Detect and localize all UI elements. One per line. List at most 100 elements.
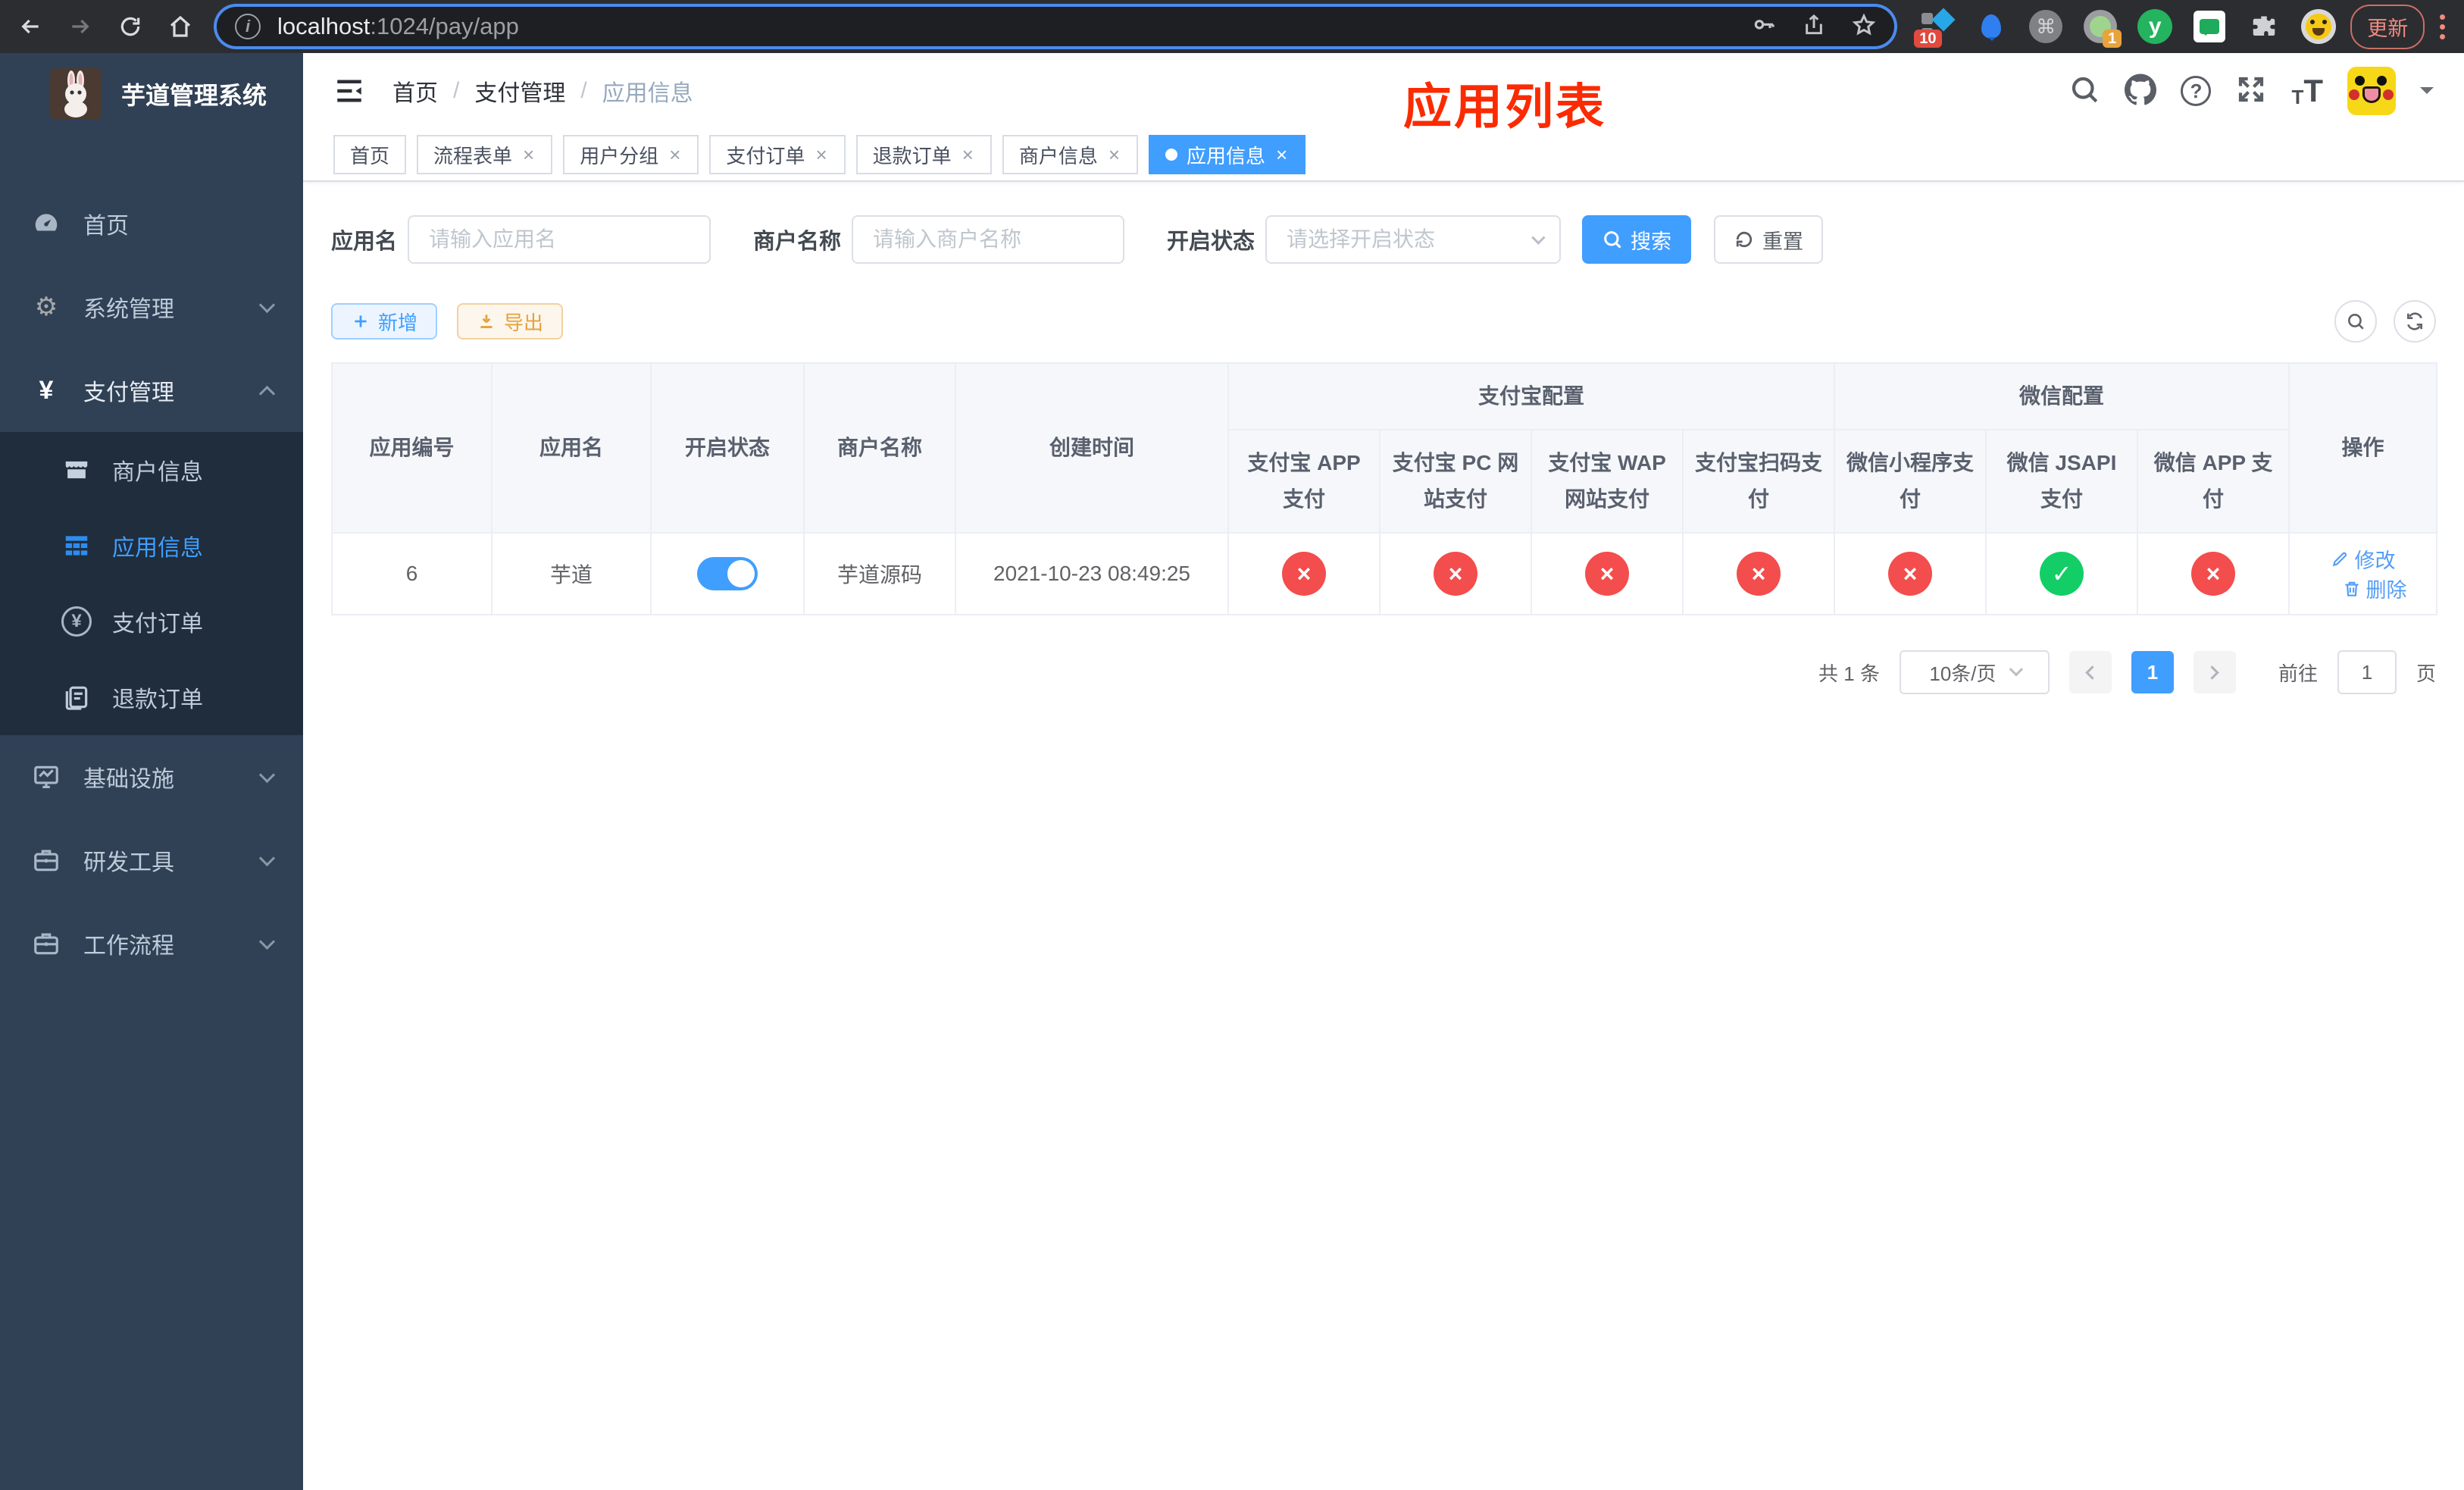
logo-rabbit-icon (50, 68, 102, 120)
next-page-button[interactable] (2193, 651, 2236, 693)
extension-diamond-icon[interactable]: 10 (1914, 7, 1956, 48)
col-alipay-wap: 支付宝 WAP 网站支付 (1531, 429, 1684, 534)
sidebar-item-merchant-info[interactable]: 商户信息 (0, 432, 303, 508)
browser-menu-icon[interactable] (2438, 14, 2446, 39)
home-icon[interactable] (161, 7, 200, 46)
breadcrumb-payment[interactable]: 支付管理 (474, 74, 565, 108)
col-wechat-jsapi: 微信 JSAPI 支付 (1985, 429, 2139, 534)
sidebar-item-workflow[interactable]: 工作流程 (0, 902, 303, 985)
sidebar-logo[interactable]: 芋道管理系统 (0, 53, 303, 135)
sidebar-item-payment[interactable]: ¥ 支付管理 (0, 349, 303, 432)
sidebar-item-label: 工作流程 (83, 934, 174, 959)
col-alipay-app: 支付宝 APP 支付 (1227, 429, 1381, 534)
yen-icon: ¥ (39, 375, 54, 405)
edit-button[interactable]: 修改 (2331, 544, 2396, 574)
help-icon[interactable]: ? (2181, 76, 2212, 106)
page-size-select[interactable]: 10条/页 (1899, 650, 2050, 694)
sidebar-item-refund-order[interactable]: 退款订单 (0, 659, 303, 735)
page-title-overlay: 应用列表 (1403, 80, 1606, 134)
grid-table-icon (59, 531, 94, 560)
tab-process-form[interactable]: 流程表单 × (417, 135, 553, 174)
extension-badge: 10 (1914, 30, 1942, 48)
forward-icon[interactable] (61, 7, 100, 46)
tab-refund-order[interactable]: 退款订单 × (855, 135, 992, 174)
address-bar[interactable]: i localhost:1024/pay/app (217, 7, 1895, 46)
app-title: 芋道管理系统 (121, 82, 267, 109)
extension-circle-icon[interactable]: 1 (2081, 7, 2122, 48)
sidebar-item-infra[interactable]: 基础设施 (0, 735, 303, 819)
avatar-caret-icon[interactable] (2420, 87, 2434, 101)
search-form: 应用名 商户名称 开启状态 搜索 重置 (331, 215, 2436, 264)
status-select-input[interactable] (1265, 215, 1562, 264)
fullscreen-icon[interactable] (2235, 74, 2267, 109)
user-avatar[interactable] (2347, 67, 2396, 115)
page-content: 应用名 商户名称 开启状态 搜索 重置 (303, 182, 2464, 694)
extensions-puzzle-icon[interactable] (2244, 7, 2284, 46)
close-icon[interactable]: × (1107, 145, 1121, 164)
prev-page-button[interactable] (2068, 651, 2112, 693)
sidebar-item-dev-tools[interactable]: 研发工具 (0, 819, 303, 902)
password-key-icon[interactable] (1752, 13, 1776, 41)
extension-y-icon[interactable]: y (2135, 7, 2175, 46)
app-table: 应用编号 应用名 开启状态 商户名称 创建时间 支付宝配置 微信配置 操作 支付… (331, 362, 2438, 615)
close-icon[interactable]: × (961, 145, 975, 164)
tab-pay-order[interactable]: 支付订单 × (709, 135, 846, 174)
close-icon[interactable]: × (668, 145, 682, 164)
extension-chat-icon[interactable] (2190, 7, 2229, 46)
col-app-name: 应用名 (491, 362, 652, 534)
show-search-button[interactable] (2334, 300, 2377, 343)
cell-actions: 修改 删除 (2288, 532, 2438, 615)
col-alipay-pc: 支付宝 PC 网站支付 (1379, 429, 1532, 534)
app-name-label: 应用名 (331, 230, 398, 254)
close-icon[interactable]: × (521, 145, 536, 164)
merchant-name-input[interactable] (852, 215, 1125, 264)
page-number[interactable]: 1 (2131, 651, 2174, 693)
site-info-icon[interactable]: i (235, 14, 261, 39)
app-name-input[interactable] (408, 215, 711, 264)
status-icon: × (1737, 552, 1781, 596)
reload-icon[interactable] (111, 7, 150, 46)
sidebar-item-system[interactable]: ⚙ 系统管理 (0, 265, 303, 349)
search-button[interactable]: 搜索 (1582, 215, 1692, 264)
sidebar-item-pay-order[interactable]: ¥ 支付订单 (0, 584, 303, 659)
status-select[interactable] (1265, 215, 1562, 264)
col-wechat-app: 微信 APP 支付 (2137, 429, 2290, 534)
bookmark-star-icon[interactable] (1852, 13, 1876, 41)
share-icon[interactable] (1802, 13, 1826, 41)
reset-button[interactable]: 重置 (1714, 215, 1824, 264)
delete-button[interactable]: 删除 (2342, 574, 2407, 603)
extension-command-icon[interactable]: ⌘ (2026, 7, 2065, 46)
status-icon: × (1434, 552, 1477, 596)
extensions-row: 10 ⌘ 1 y (1914, 7, 2338, 48)
enabled-toggle[interactable] (697, 557, 758, 590)
goto-page-input[interactable] (2337, 650, 2397, 694)
search-icon[interactable] (2068, 74, 2100, 109)
tab-user-group[interactable]: 用户分组 × (563, 135, 699, 174)
tab-home[interactable]: 首页 (333, 135, 407, 174)
back-icon[interactable] (11, 7, 50, 46)
font-size-icon[interactable]: TT (2291, 75, 2323, 108)
sidebar-menu: 首页 ⚙ 系统管理 ¥ 支付管理 商户信息 应用信息 ¥ 支付订单 退款订单 基… (0, 135, 303, 985)
status-icon: × (1585, 552, 1629, 596)
export-button[interactable]: 导出 (457, 303, 564, 340)
tab-app-info[interactable]: 应用信息 × (1149, 135, 1306, 174)
extension-balloon-icon[interactable] (1972, 7, 2011, 46)
status-icon: × (1282, 552, 1326, 596)
col-status: 开启状态 (650, 362, 805, 534)
gear-icon: ⚙ (34, 293, 58, 321)
breadcrumb-home[interactable]: 首页 (392, 74, 438, 108)
close-icon[interactable]: × (1274, 145, 1289, 164)
chrome-update-button[interactable]: 更新 (2350, 4, 2425, 49)
tab-merchant-info[interactable]: 商户信息 × (1002, 135, 1139, 174)
add-button[interactable]: 新增 (331, 303, 438, 340)
goto-unit: 页 (2416, 662, 2436, 685)
col-action: 操作 (2288, 362, 2438, 534)
sidebar-item-app-info[interactable]: 应用信息 (0, 508, 303, 584)
browser-profile-avatar[interactable] (2299, 7, 2338, 46)
close-icon[interactable]: × (814, 145, 828, 164)
github-icon[interactable] (2125, 74, 2157, 109)
cell-status (650, 532, 805, 615)
sidebar-item-home[interactable]: 首页 (0, 182, 303, 265)
refresh-button[interactable] (2394, 300, 2436, 343)
sidebar-fold-icon[interactable] (333, 75, 365, 107)
